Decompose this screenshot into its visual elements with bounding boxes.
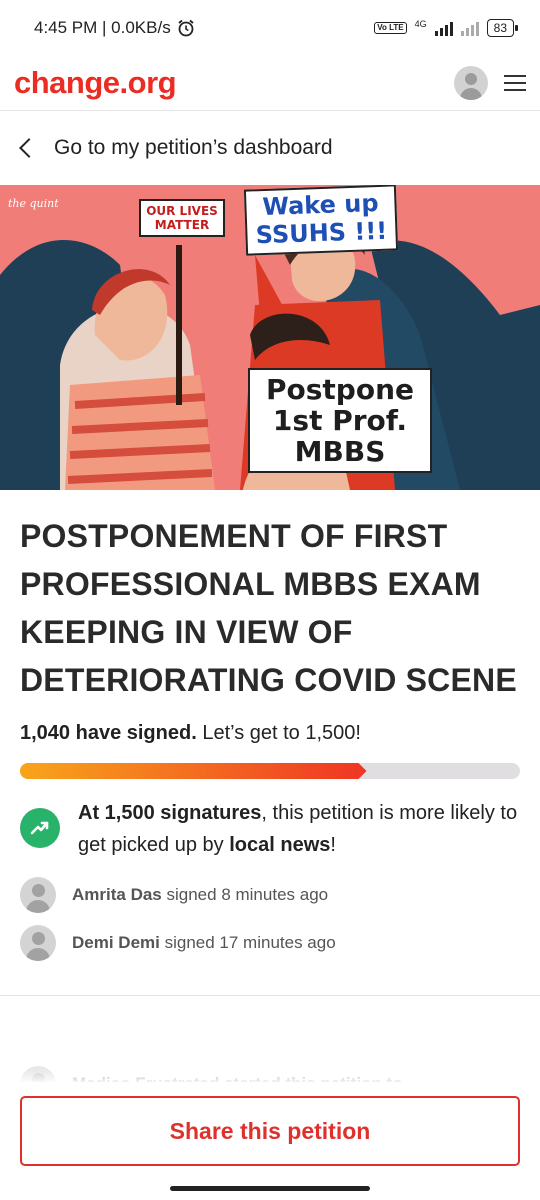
back-link-label: Go to my petition’s dashboard xyxy=(54,136,333,159)
status-time: 4:45 PM | 0.0KB/s xyxy=(34,18,171,37)
network-type: 4G xyxy=(414,19,427,29)
status-bar: 4:45 PM | 0.0KB/s Vo LTE 4G 83 xyxy=(0,0,540,56)
volte-icon: Vo LTE xyxy=(374,22,407,34)
milestone-callout: At 1,500 signatures, this petition is mo… xyxy=(20,797,520,861)
chevron-left-icon xyxy=(19,138,39,158)
petition-hero-image: the quint OUR LIVES MATTER Wake up SSUHS… xyxy=(0,185,540,490)
milestone-bold-start: At 1,500 signatures xyxy=(78,802,262,824)
signal-2-icon xyxy=(460,20,479,36)
recent-signer: Amrita Das signed 8 minutes ago xyxy=(20,871,520,919)
signer-action: signed 17 minutes ago xyxy=(164,933,336,952)
petition-title: POSTPONEMENT OF FIRST PROFESSIONAL MBBS … xyxy=(20,518,517,698)
progress-fill xyxy=(20,763,367,779)
site-header: change.org xyxy=(0,56,540,111)
protest-sign-bottom: Postpone 1st Prof. MBBS xyxy=(248,368,432,473)
battery-icon: 83 xyxy=(486,19,519,37)
signature-progress-bar xyxy=(20,763,520,779)
user-avatar-icon[interactable] xyxy=(454,66,488,100)
alarm-clock-icon xyxy=(178,19,194,37)
signature-count: 1,040 have signed. Let’s get to 1,500! xyxy=(20,722,520,745)
signed-count-text: 1,040 have signed. xyxy=(20,722,197,744)
home-indicator[interactable] xyxy=(170,1186,370,1191)
change-org-logo[interactable]: change.org xyxy=(14,65,177,101)
back-to-dashboard-link[interactable]: Go to my petition’s dashboard xyxy=(0,111,540,185)
watermark: the quint xyxy=(8,197,59,210)
goal-text: Let’s get to 1,500! xyxy=(202,722,361,744)
protest-sign-left: OUR LIVES MATTER xyxy=(139,199,225,237)
hamburger-menu-icon[interactable] xyxy=(504,75,526,91)
signer-name: Amrita Das xyxy=(72,885,162,904)
signer-action: signed 8 minutes ago xyxy=(166,885,329,904)
signal-icon xyxy=(434,20,453,36)
signer-avatar-icon xyxy=(20,925,56,961)
trending-up-icon xyxy=(20,808,60,848)
protest-sign-top: Wake up SSUHS !!! xyxy=(243,185,399,256)
recent-signer: Demi Demi signed 17 minutes ago xyxy=(20,919,520,967)
section-divider xyxy=(0,995,540,996)
signer-avatar-icon xyxy=(20,877,56,913)
signer-name: Demi Demi xyxy=(72,933,160,952)
share-petition-button[interactable]: Share this petition xyxy=(20,1096,520,1166)
milestone-bold-end: local news xyxy=(229,834,331,856)
milestone-text: At 1,500 signatures, this petition is mo… xyxy=(78,797,520,861)
milestone-end: ! xyxy=(330,834,336,856)
